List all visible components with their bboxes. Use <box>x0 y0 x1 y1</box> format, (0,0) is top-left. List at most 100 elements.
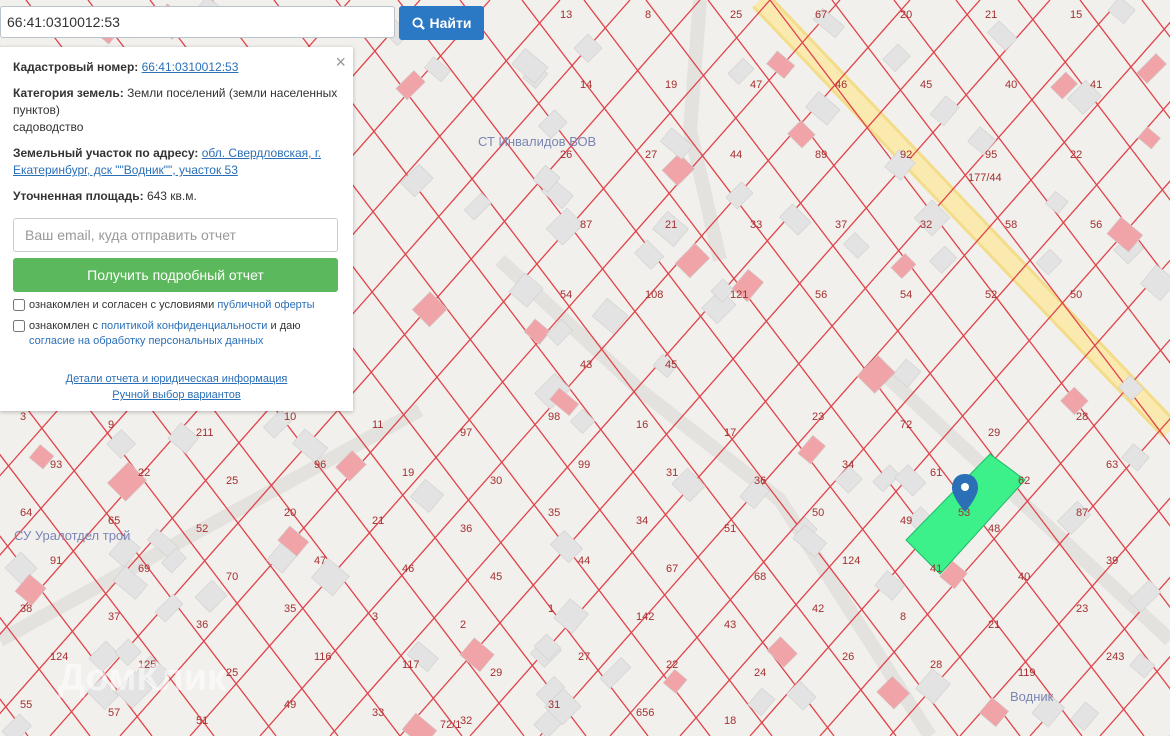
parcel-number[interactable]: 117 <box>402 659 420 671</box>
parcel-number[interactable]: 37 <box>108 611 120 623</box>
parcel-number[interactable]: 37 <box>835 219 847 231</box>
manual-link[interactable]: Ручной выбор вариантов <box>13 387 340 403</box>
parcel-number[interactable]: 2 <box>460 619 466 631</box>
parcel-number[interactable]: 18 <box>724 715 736 727</box>
cadastral-link[interactable]: 66:41:0310012:53 <box>142 60 239 74</box>
parcel-number[interactable]: 49 <box>284 699 296 711</box>
parcel-number[interactable]: 58 <box>1005 219 1017 231</box>
parcel-number[interactable]: 25 <box>226 475 238 487</box>
parcel-number[interactable]: 21 <box>985 9 997 21</box>
parcel-number[interactable]: 56 <box>815 289 827 301</box>
parcel-number[interactable]: 40 <box>1018 571 1030 583</box>
parcel-number[interactable]: 30 <box>490 475 502 487</box>
parcel-number[interactable]: 41 <box>930 563 942 575</box>
parcel-number[interactable]: 142 <box>636 611 654 623</box>
parcel-number[interactable]: 92 <box>900 149 912 161</box>
consent-link[interactable]: согласие на обработку персональных данны… <box>29 335 263 347</box>
parcel-number[interactable]: 26 <box>842 651 854 663</box>
parcel-number[interactable]: 39 <box>1106 555 1118 567</box>
parcel-number[interactable]: 51 <box>196 715 208 727</box>
parcel-number[interactable]: 8 <box>645 9 651 21</box>
parcel-number[interactable]: 25 <box>730 9 742 21</box>
parcel-number[interactable]: 23 <box>1076 603 1088 615</box>
parcel-number[interactable]: 55 <box>20 699 32 711</box>
parcel-number[interactable]: 22 <box>1070 149 1082 161</box>
parcel-number[interactable]: 50 <box>1070 289 1082 301</box>
parcel-number[interactable]: 28 <box>1076 411 1088 423</box>
parcel-number[interactable]: 36 <box>754 475 766 487</box>
parcel-number[interactable]: 95 <box>985 149 997 161</box>
agree-privacy-checkbox[interactable] <box>13 320 25 332</box>
parcel-number[interactable]: 29 <box>988 427 1000 439</box>
parcel-number[interactable]: 1 <box>548 603 554 615</box>
privacy-link[interactable]: политикой конфиденциальности <box>101 320 267 332</box>
parcel-number[interactable]: 46 <box>835 79 847 91</box>
parcel-number[interactable]: 33 <box>372 707 384 719</box>
parcel-number[interactable]: 243 <box>1106 651 1124 663</box>
parcel-number[interactable]: 16 <box>636 419 648 431</box>
parcel-number[interactable]: 45 <box>920 79 932 91</box>
parcel-number[interactable]: 22 <box>666 659 678 671</box>
parcel-number[interactable]: 45 <box>665 359 677 371</box>
parcel-number[interactable]: 70 <box>226 571 238 583</box>
parcel-number[interactable]: 54 <box>560 289 572 301</box>
parcel-number[interactable]: 35 <box>284 603 296 615</box>
search-button[interactable]: Найти <box>399 6 484 40</box>
parcel-number[interactable]: 65 <box>108 515 120 527</box>
parcel-number[interactable]: 38 <box>20 603 32 615</box>
parcel-number[interactable]: 22 <box>138 467 150 479</box>
parcel-number[interactable]: 67 <box>815 9 827 21</box>
parcel-number[interactable]: 656 <box>636 707 654 719</box>
parcel-number[interactable]: 69 <box>138 563 150 575</box>
close-icon[interactable]: × <box>335 53 346 71</box>
parcel-number[interactable]: 10 <box>284 411 296 423</box>
parcel-number[interactable]: 108 <box>645 289 663 301</box>
parcel-number[interactable]: 97 <box>460 427 472 439</box>
parcel-number[interactable]: 91 <box>50 555 62 567</box>
parcel-number[interactable]: 49 <box>900 515 912 527</box>
parcel-number[interactable]: 31 <box>548 699 560 711</box>
parcel-number[interactable]: 17 <box>724 427 736 439</box>
parcel-number[interactable]: 89 <box>815 149 827 161</box>
parcel-number[interactable]: 87 <box>1076 507 1088 519</box>
parcel-number[interactable]: 62 <box>1018 475 1030 487</box>
parcel-number[interactable]: 41 <box>1090 79 1102 91</box>
parcel-number[interactable]: 87 <box>580 219 592 231</box>
parcel-number[interactable]: 32 <box>920 219 932 231</box>
parcel-number[interactable]: 99 <box>578 459 590 471</box>
parcel-number[interactable]: 177/44 <box>968 172 1002 184</box>
parcel-number[interactable]: 42 <box>812 603 824 615</box>
parcel-number[interactable]: 93 <box>50 459 62 471</box>
offer-link[interactable]: публичной оферты <box>217 299 314 311</box>
parcel-number[interactable]: 19 <box>665 79 677 91</box>
parcel-number[interactable]: 29 <box>490 667 502 679</box>
parcel-number[interactable]: 124 <box>842 555 860 567</box>
get-report-button[interactable]: Получить подробный отчет <box>13 258 338 292</box>
parcel-number[interactable]: 45 <box>490 571 502 583</box>
parcel-number[interactable]: 27 <box>645 149 657 161</box>
parcel-number[interactable]: 34 <box>842 459 854 471</box>
parcel-number[interactable]: 67 <box>666 563 678 575</box>
parcel-number[interactable]: 72 <box>900 419 912 431</box>
parcel-number[interactable]: 35 <box>548 507 560 519</box>
parcel-number[interactable]: 54 <box>900 289 912 301</box>
parcel-number[interactable]: 33 <box>750 219 762 231</box>
parcel-number[interactable]: 21 <box>665 219 677 231</box>
parcel-number[interactable]: 50 <box>812 507 824 519</box>
parcel-number[interactable]: 98 <box>548 411 560 423</box>
details-link[interactable]: Детали отчета и юридическая информация <box>13 371 340 387</box>
parcel-number[interactable]: 48 <box>988 523 1000 535</box>
parcel-number[interactable]: 211 <box>196 427 214 439</box>
parcel-number[interactable]: 20 <box>284 507 296 519</box>
parcel-number[interactable]: 36 <box>460 523 472 535</box>
search-input[interactable] <box>0 6 395 38</box>
parcel-number[interactable]: 51 <box>724 523 736 535</box>
parcel-number[interactable]: 47 <box>314 555 326 567</box>
parcel-number[interactable]: 14 <box>580 79 592 91</box>
parcel-number[interactable]: 64 <box>20 507 32 519</box>
parcel-number[interactable]: 25 <box>226 667 238 679</box>
parcel-number[interactable]: 20 <box>900 9 912 21</box>
parcel-number[interactable]: 63 <box>1106 459 1118 471</box>
parcel-number[interactable]: 44 <box>730 149 742 161</box>
parcel-number[interactable]: 32 <box>460 715 472 727</box>
